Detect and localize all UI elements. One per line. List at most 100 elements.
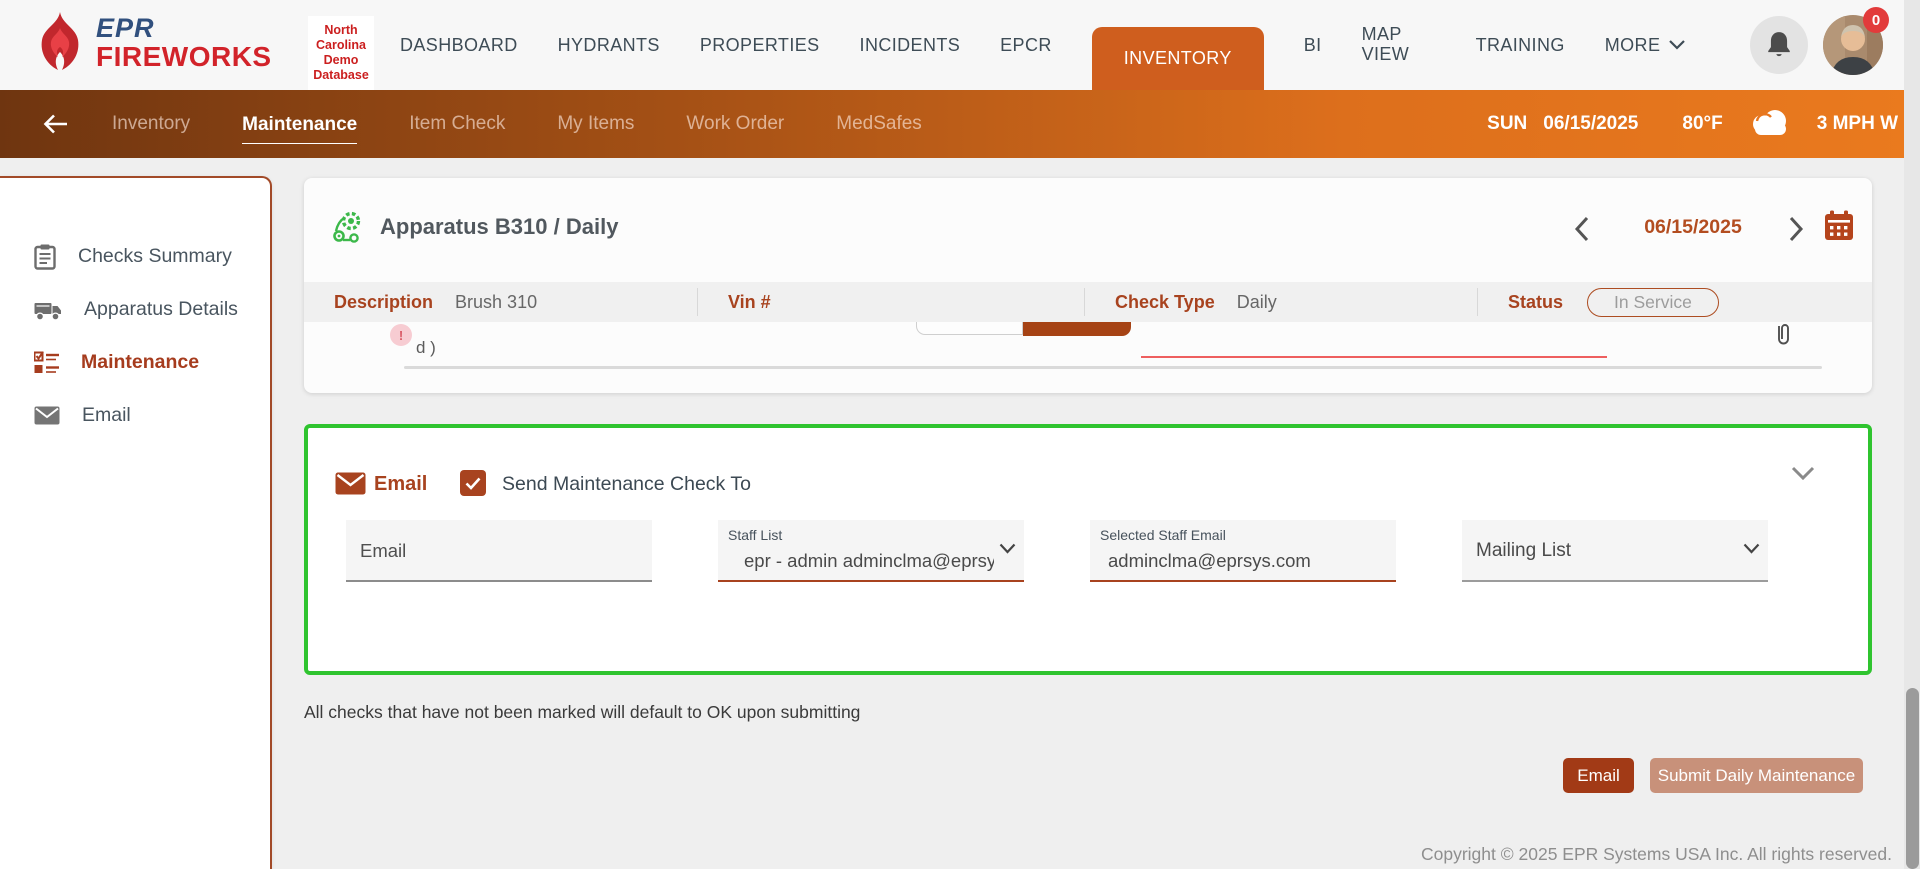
chevron-down-icon xyxy=(1743,543,1760,554)
date-next-button[interactable] xyxy=(1788,216,1804,242)
notifications-button[interactable] xyxy=(1750,16,1808,74)
clipboard-icon xyxy=(34,244,56,270)
subnav-work-order[interactable]: Work Order xyxy=(686,113,784,135)
cloud-icon xyxy=(1747,109,1793,139)
page-title: Apparatus B310 / Daily xyxy=(380,214,618,240)
apparatus-card: Apparatus B310 / Daily 06/15/2025 xyxy=(304,178,1872,393)
status-badge: In Service xyxy=(1587,288,1719,317)
email-input-placeholder: Email xyxy=(360,540,406,562)
subnav-items: Inventory Maintenance Item Check My Item… xyxy=(112,90,922,158)
required-alert-icon: ! xyxy=(390,324,412,346)
vin-label: Vin # xyxy=(728,292,771,313)
apparatus-card-header: Apparatus B310 / Daily 06/15/2025 xyxy=(304,178,1872,282)
partial-check-row: ! d ) xyxy=(304,322,1872,371)
nav-inventory-active[interactable]: INVENTORY xyxy=(1092,27,1264,90)
mailing-list-value: Mailing List xyxy=(1476,540,1571,562)
chevron-down-icon xyxy=(1669,40,1685,50)
back-arrow-icon[interactable] xyxy=(42,112,69,136)
checklist-icon xyxy=(34,351,59,375)
description-label: Description xyxy=(334,292,433,313)
weather-date: 06/15/2025 xyxy=(1543,113,1638,135)
check-toggle-left-button[interactable] xyxy=(916,322,1023,335)
nav-epcr[interactable]: EPCR xyxy=(1000,35,1052,56)
send-check-label: Send Maintenance Check To xyxy=(502,473,751,496)
scrollbar-thumb[interactable] xyxy=(1906,688,1919,869)
selected-staff-email-value: adminclma@eprsys.com xyxy=(1108,550,1358,572)
sidebar-label: Checks Summary xyxy=(78,245,232,268)
scrollbar-track[interactable] xyxy=(1904,0,1920,869)
calendar-icon[interactable] xyxy=(1824,210,1854,242)
main-nav: DASHBOARD HYDRANTS PROPERTIES INCIDENTS … xyxy=(400,0,1685,90)
demo-database-badge: North Carolina Demo Database xyxy=(308,16,374,90)
truck-icon xyxy=(34,299,62,321)
vin-field: Vin # xyxy=(698,288,1085,316)
nav-dashboard[interactable]: DASHBOARD xyxy=(400,35,518,56)
date-prev-button[interactable] xyxy=(1574,216,1590,242)
email-section-title: Email xyxy=(374,473,427,496)
check-toggle-right-button[interactable] xyxy=(1023,322,1131,336)
description-value: Brush 310 xyxy=(455,292,537,313)
sidebar-item-maintenance[interactable]: Maintenance xyxy=(0,336,270,389)
email-button[interactable]: Email xyxy=(1563,758,1634,793)
staff-list-select[interactable]: Staff List epr - admin adminclma@eprsys.… xyxy=(718,520,1024,582)
nav-properties[interactable]: PROPERTIES xyxy=(700,35,820,56)
sidebar-item-checks-summary[interactable]: Checks Summary xyxy=(0,230,270,283)
envelope-icon xyxy=(34,406,60,425)
mailing-list-select[interactable]: Mailing List xyxy=(1462,520,1768,582)
subnav-medsafes[interactable]: MedSafes xyxy=(836,113,922,135)
sidebar-label: Apparatus Details xyxy=(84,298,238,321)
weather-wind: 3 MPH W xyxy=(1817,113,1898,135)
top-header: EPR FIREWORKS North Carolina Demo Databa… xyxy=(0,0,1920,90)
email-section-card: Email Send Maintenance Check To Email St… xyxy=(304,424,1872,675)
row-divider xyxy=(404,366,1822,369)
weather-day: SUN xyxy=(1487,113,1527,135)
staff-list-label: Staff List xyxy=(728,527,782,543)
subnav-my-items[interactable]: My Items xyxy=(557,113,634,135)
sidebar-item-apparatus-details[interactable]: Apparatus Details xyxy=(0,283,270,336)
weather-strip: SUN 06/15/2025 80°F 3 MPH W xyxy=(1487,90,1898,158)
email-fields-row: Email Staff List epr - admin adminclma@e… xyxy=(346,520,1768,582)
apparatus-summary-row: Description Brush 310 Vin # Check Type D… xyxy=(304,282,1872,322)
collapse-section-chevron[interactable] xyxy=(1791,466,1815,480)
logo-text-fireworks: FIREWORKS xyxy=(96,42,272,71)
nav-hydrants[interactable]: HYDRANTS xyxy=(558,35,660,56)
nav-training[interactable]: TRAINING xyxy=(1476,35,1565,56)
check-type-field: Check Type Daily xyxy=(1085,288,1478,316)
email-envelope-icon xyxy=(335,472,366,495)
engine-icon xyxy=(332,210,364,244)
status-field: Status In Service xyxy=(1478,288,1872,316)
sidebar-item-email[interactable]: Email xyxy=(0,389,270,442)
weather-temperature: 80°F xyxy=(1682,113,1722,135)
paperclip-icon[interactable] xyxy=(1772,322,1794,348)
maintenance-sidebar: Checks Summary Apparatus Details xyxy=(0,176,272,869)
validation-underline xyxy=(1141,356,1607,358)
user-avatar[interactable]: 0 xyxy=(1823,15,1883,75)
subnav-maintenance-active[interactable]: Maintenance xyxy=(242,114,357,144)
submit-daily-maintenance-button[interactable]: Submit Daily Maintenance xyxy=(1650,758,1863,793)
app-screen: EPR FIREWORKS North Carolina Demo Databa… xyxy=(0,0,1920,869)
sidebar-label: Maintenance xyxy=(81,351,199,374)
check-icon xyxy=(465,477,481,490)
description-field: Description Brush 310 xyxy=(304,288,698,316)
nav-incidents[interactable]: INCIDENTS xyxy=(860,35,961,56)
selected-staff-email-field[interactable]: Selected Staff Email adminclma@eprsys.co… xyxy=(1090,520,1396,582)
flame-logo-icon xyxy=(36,12,86,74)
nav-bi[interactable]: BI xyxy=(1304,35,1322,56)
logo-text-epr: EPR xyxy=(96,15,272,42)
email-input[interactable]: Email xyxy=(346,520,652,582)
staff-list-value: epr - admin adminclma@eprsys... xyxy=(744,550,994,572)
nav-more-label: MORE xyxy=(1605,35,1661,56)
notification-count-badge: 0 xyxy=(1863,7,1889,33)
inventory-subnav: Inventory Maintenance Item Check My Item… xyxy=(0,90,1920,158)
default-ok-note: All checks that have not been marked wil… xyxy=(304,702,860,723)
current-date[interactable]: 06/15/2025 xyxy=(1628,216,1758,239)
subnav-inventory[interactable]: Inventory xyxy=(112,113,190,135)
copyright-text: Copyright © 2025 EPR Systems USA Inc. Al… xyxy=(1421,844,1892,865)
nav-map-view[interactable]: MAP VIEW xyxy=(1362,25,1436,65)
bell-icon xyxy=(1766,31,1792,59)
subnav-item-check[interactable]: Item Check xyxy=(409,113,505,135)
status-label: Status xyxy=(1508,292,1563,313)
send-check-checkbox[interactable] xyxy=(460,470,486,496)
nav-more[interactable]: MORE xyxy=(1605,35,1686,56)
brand-logo[interactable]: EPR FIREWORKS xyxy=(36,12,272,74)
